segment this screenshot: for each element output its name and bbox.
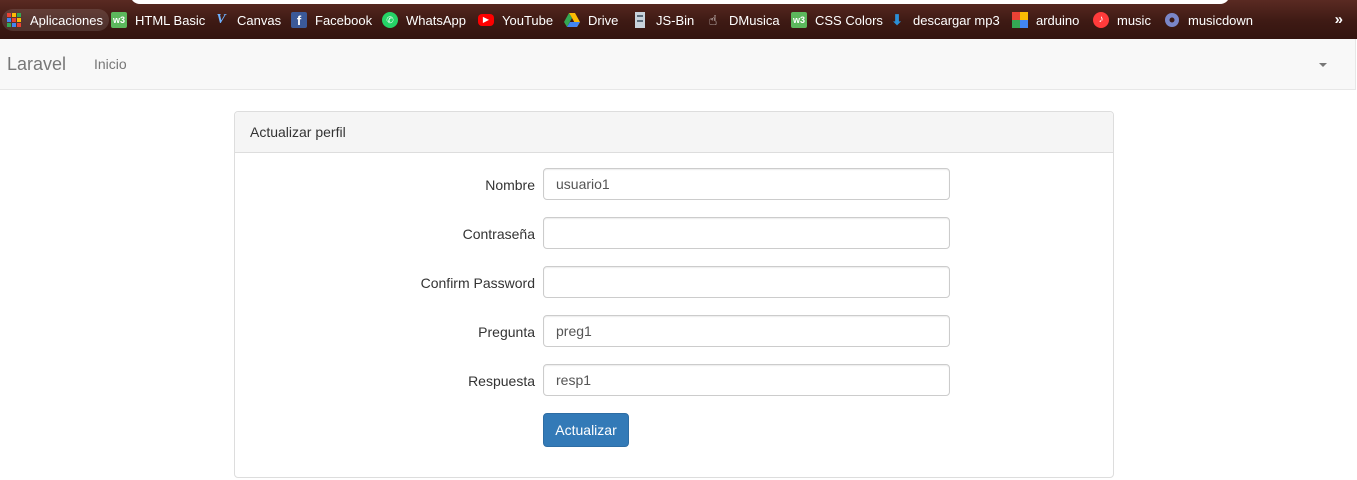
nombre-label: Nombre [485, 177, 535, 193]
whatsapp-icon: ✆ [382, 12, 398, 28]
confirm-password-label: Confirm Password [420, 275, 535, 291]
bookmark-canvas[interactable]: V Canvas [213, 9, 281, 31]
bookmark-musicdown[interactable]: musicdown [1164, 9, 1253, 31]
bookmark-label: music [1117, 12, 1151, 28]
bookmark-css-colors[interactable]: w3 CSS Colors [791, 9, 883, 31]
w3schools-icon: w3 [111, 12, 127, 28]
bookmark-aplicaciones[interactable]: Aplicaciones [2, 9, 109, 31]
bookmark-label: WhatsApp [406, 12, 466, 28]
respuesta-input[interactable] [543, 364, 950, 396]
contrasena-label: Contraseña [462, 226, 535, 242]
bookmark-label: DMusica [729, 12, 780, 28]
bookmark-label: Drive [588, 12, 619, 28]
top-navbar: Laravel Inicio [0, 39, 1356, 90]
bookmark-jsbin[interactable]: JS-Bin [632, 9, 694, 31]
bookmark-label: descargar mp3 [913, 12, 1000, 28]
canvas-v-icon: V [216, 12, 226, 27]
bookmark-label: CSS Colors [815, 12, 883, 28]
bookmark-label: Aplicaciones [30, 12, 103, 28]
bookmarks-bar: Aplicaciones w3 HTML Basic V Canvas f Fa… [0, 0, 1357, 39]
colorful-grid-icon [1012, 12, 1028, 28]
bookmark-youtube[interactable]: ▶ YouTube [478, 9, 553, 31]
respuesta-label: Respuesta [468, 373, 535, 389]
bookmark-label: Canvas [237, 12, 282, 28]
bookmark-music[interactable]: ♪ music [1093, 9, 1151, 31]
bookmark-label: Facebook [315, 12, 373, 28]
bookmark-label: arduino [1036, 12, 1080, 28]
address-bar-edge [130, 0, 1230, 4]
update-profile-panel: Actualizar perfil Nombre Contraseña Conf… [234, 111, 1114, 478]
disc-icon [1164, 12, 1180, 28]
download-icon: ⬇ [890, 11, 904, 29]
bookmark-whatsapp[interactable]: ✆ WhatsApp [382, 9, 466, 31]
confirm-password-input[interactable] [543, 266, 950, 298]
bookmark-label: HTML Basic [135, 12, 206, 28]
bookmark-arduino[interactable]: arduino [1012, 9, 1079, 31]
bookmark-drive[interactable]: Drive [564, 9, 618, 31]
password-input[interactable] [543, 217, 950, 249]
bookmark-html-basic[interactable]: w3 HTML Basic [111, 9, 205, 31]
panel-title: Actualizar perfil [250, 124, 346, 140]
hand-cursor-icon: ☝ [708, 12, 718, 28]
facebook-icon: f [291, 12, 307, 28]
nav-link-inicio[interactable]: Inicio [94, 56, 127, 72]
more-bookmarks-chevron-icon[interactable]: » [1335, 11, 1343, 28]
bookmark-descargar-mp3[interactable]: ⬇ descargar mp3 [889, 9, 1000, 31]
music-note-icon: ♪ [1093, 12, 1109, 28]
apps-grid-icon [6, 12, 22, 28]
bookmark-dmusica[interactable]: ☝ DMusica [705, 9, 780, 31]
actualizar-button[interactable]: Actualizar [543, 413, 629, 447]
bookmark-facebook[interactable]: f Facebook [291, 9, 372, 31]
pregunta-label: Pregunta [478, 324, 535, 340]
panel-heading: Actualizar perfil [235, 112, 1113, 153]
youtube-icon: ▶ [478, 14, 494, 26]
w3schools-icon: w3 [791, 12, 807, 28]
jsbin-icon [632, 12, 648, 28]
nombre-input[interactable] [543, 168, 950, 200]
navbar-brand[interactable]: Laravel [7, 54, 66, 75]
bookmark-label: JS-Bin [656, 12, 695, 28]
google-drive-icon [564, 12, 580, 28]
bookmark-label: YouTube [502, 12, 554, 28]
bookmark-label: musicdown [1188, 12, 1254, 28]
user-dropdown-caret-icon[interactable] [1319, 63, 1327, 67]
pregunta-input[interactable] [543, 315, 950, 347]
